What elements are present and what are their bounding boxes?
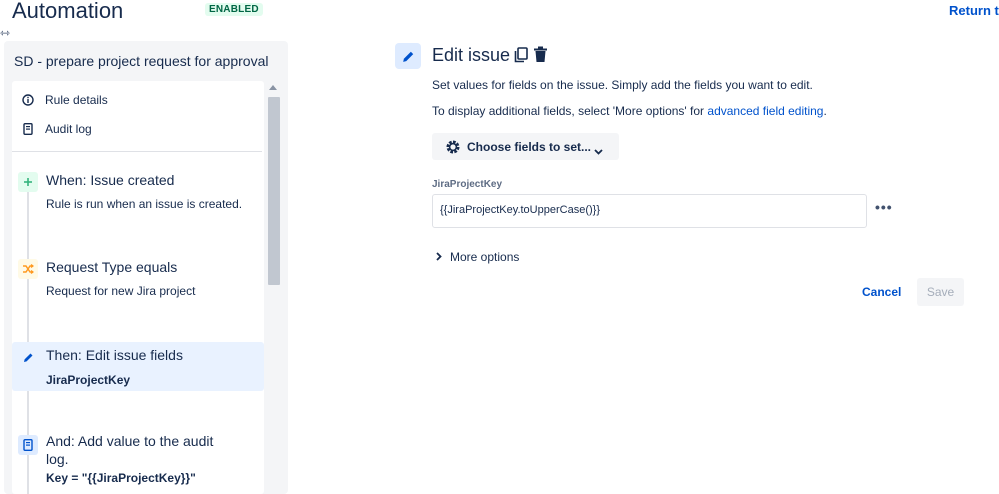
rule-details-label: Rule details [45, 93, 108, 107]
page-title: Automation [12, 0, 124, 23]
rule-component-list: Rule details Audit log When: Issue creat… [12, 81, 264, 494]
audit-log-icon [22, 123, 34, 135]
audit-log-icon [18, 435, 38, 455]
return-link[interactable]: Return to [949, 3, 999, 18]
step-title: Request Type equals [46, 259, 178, 275]
field-label: JiraProjectKey [432, 179, 503, 190]
advanced-field-editing-link[interactable]: advanced field editing [707, 104, 823, 118]
status-badge: ENABLED [205, 3, 263, 16]
more-actions-icon[interactable]: ••• [875, 199, 893, 215]
scroll-up-arrow-icon[interactable] [269, 85, 277, 90]
step-description: Request for new Jira project [46, 284, 196, 298]
advanced-suffix: . [823, 104, 827, 118]
step-title: Then: Edit issue fields [46, 347, 183, 363]
audit-log-item[interactable]: Audit log [12, 117, 264, 141]
scroll-thumb[interactable] [268, 97, 280, 285]
editor-description-advanced: To display additional fields, select 'Mo… [432, 104, 827, 118]
jira-project-key-field[interactable]: {{JiraProjectKey.toUpperCase()}} [432, 194, 867, 228]
action-step-audit[interactable]: And: Add value to the audit log. Key = "… [12, 431, 264, 494]
rule-name: SD - prepare project request for approva… [14, 53, 269, 69]
save-button[interactable]: Save [917, 278, 964, 306]
cancel-button[interactable]: Cancel [862, 285, 901, 299]
step-title-line1: And: Add value to the audit [46, 433, 214, 449]
resize-handle-icon[interactable]: ⇿ [0, 26, 10, 40]
gear-icon [445, 139, 461, 160]
audit-log-label: Audit log [45, 122, 92, 136]
pencil-icon [395, 43, 421, 69]
chevron-down-icon [594, 142, 603, 160]
editor-description: Set values for fields on the issue. Simp… [432, 78, 813, 92]
condition-step[interactable]: Request Type equals Request for new Jira… [12, 256, 264, 306]
shuffle-icon [18, 259, 38, 279]
rule-details-item[interactable]: Rule details [12, 88, 264, 112]
info-icon [22, 94, 34, 106]
copy-icon[interactable] [514, 47, 528, 68]
choose-fields-button[interactable]: Choose fields to set... [432, 133, 619, 160]
sidebar-scrollbar[interactable] [266, 81, 282, 494]
rule-sidebar: SD - prepare project request for approva… [4, 41, 288, 494]
step-title: When: Issue created [46, 172, 175, 188]
step-title-line2: log. [46, 451, 69, 467]
step-description: Key = "{{JiraProjectKey}}" [46, 471, 196, 485]
action-step-edit[interactable]: Then: Edit issue fields JiraProjectKey [12, 342, 264, 391]
more-options-toggle[interactable]: More options [436, 250, 519, 264]
pencil-icon [18, 347, 38, 367]
step-description: JiraProjectKey [46, 373, 131, 387]
choose-fields-label: Choose fields to set... [467, 140, 592, 154]
step-description: Rule is run when an issue is created. [46, 197, 243, 211]
advanced-prefix: To display additional fields, select 'Mo… [432, 104, 708, 118]
chevron-right-icon [436, 250, 442, 264]
plus-icon [18, 172, 38, 192]
trigger-step[interactable]: When: Issue created Rule is run when an … [12, 169, 264, 219]
more-options-label: More options [450, 250, 520, 264]
divider [12, 151, 262, 152]
trash-icon[interactable] [533, 46, 548, 68]
editor-title: Edit issue [432, 45, 511, 65]
